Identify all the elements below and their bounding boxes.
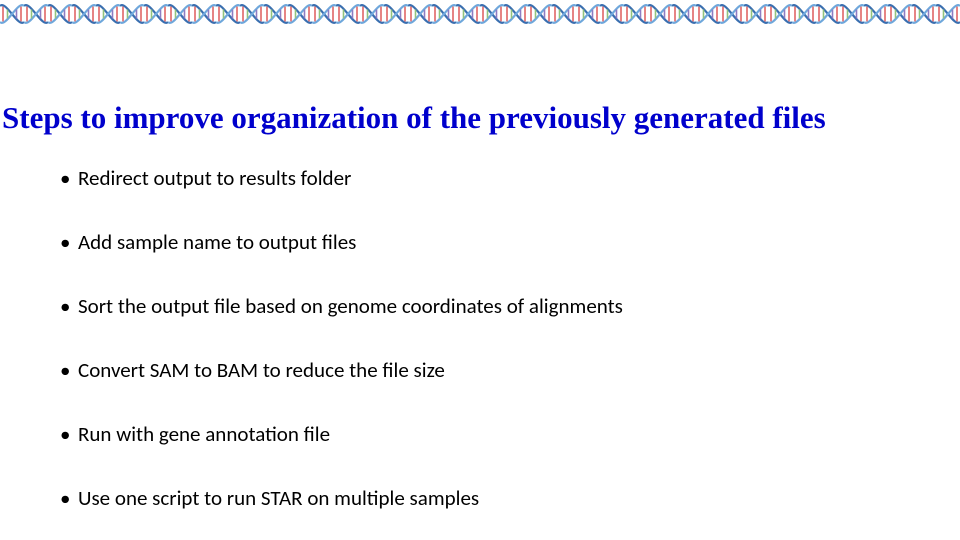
list-item: Redirect output to results folder	[60, 165, 900, 191]
list-item: Run with gene annotation file	[60, 421, 900, 447]
list-item: Use one script to run STAR on multiple s…	[60, 485, 900, 511]
bullet-list: Redirect output to results folder Add sa…	[60, 165, 900, 540]
list-item: Convert SAM to BAM to reduce the file si…	[60, 357, 900, 383]
slide-title: Steps to improve organization of the pre…	[0, 100, 960, 136]
list-item: Add sample name to output files	[60, 229, 900, 255]
dna-banner-decoration	[0, 0, 960, 28]
list-item: Sort the output file based on genome coo…	[60, 293, 900, 319]
slide: Steps to improve organization of the pre…	[0, 0, 960, 540]
